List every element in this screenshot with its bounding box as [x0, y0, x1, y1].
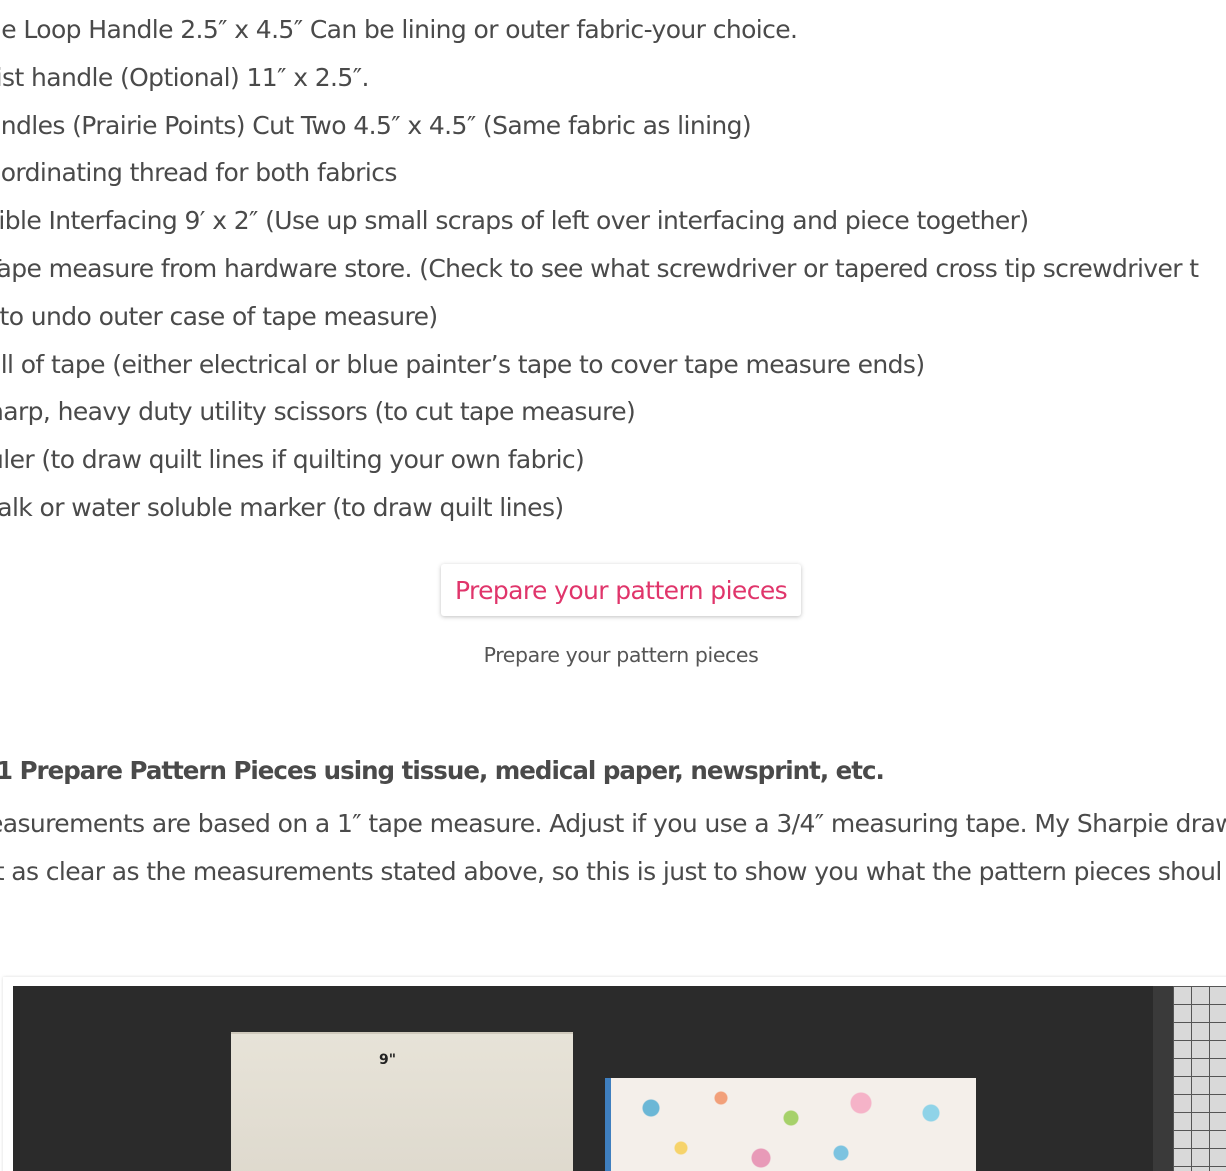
tissue-pattern-piece: 9" — [231, 1032, 573, 1171]
supply-item: uler (to draw quilt lines if quilting yo… — [0, 445, 585, 475]
prepare-pattern-pieces-button[interactable]: Prepare your pattern pieces — [441, 564, 801, 616]
supply-item: sible Interfacing 9′ x 2″ (Use up small … — [0, 206, 1029, 236]
supply-item: harp, heavy duty utility scissors (to cu… — [0, 397, 636, 427]
step-description: easurements are based on a 1″ tape measu… — [0, 800, 1226, 896]
supply-item: de Loop Handle 2.5″ x 4.5″ Can be lining… — [0, 15, 798, 44]
supply-item: rist handle (Optional) 11″ x 2.5″. — [0, 62, 369, 92]
cutting-mat-grid — [1173, 986, 1226, 1171]
cutting-mat-edge — [1153, 986, 1173, 1171]
step-heading: 1 Prepare Pattern Pieces using tissue, m… — [0, 756, 885, 785]
tissue-mark: 9" — [379, 1052, 397, 1068]
photo-image: 9" — [13, 986, 1226, 1171]
supply-item: andles (Prairie Points) Cut Two 4.5″ x 4… — [0, 110, 752, 140]
prepare-pattern-pieces-label: Prepare your pattern pieces — [454, 575, 788, 605]
section-caption: Prepare your pattern pieces — [483, 643, 759, 667]
supply-item-continued: y to undo outer case of tape measure) — [0, 301, 438, 331]
fabric-piece — [605, 1078, 976, 1171]
step-text-line: ot as clear as the measurements stated a… — [0, 856, 1222, 886]
pattern-photo[interactable]: 9" — [3, 977, 1226, 1171]
supply-item: Tape measure from hardware store. (Check… — [0, 253, 1199, 283]
supply-item: oll of tape (either electrical or blue p… — [0, 349, 925, 379]
supply-item: oordinating thread for both fabrics — [0, 158, 397, 188]
step-text-line: easurements are based on a 1″ tape measu… — [0, 809, 1226, 838]
supply-list: de Loop Handle 2.5″ x 4.5″ Can be lining… — [0, 6, 1226, 532]
supply-item: halk or water soluble marker (to draw qu… — [0, 492, 564, 522]
